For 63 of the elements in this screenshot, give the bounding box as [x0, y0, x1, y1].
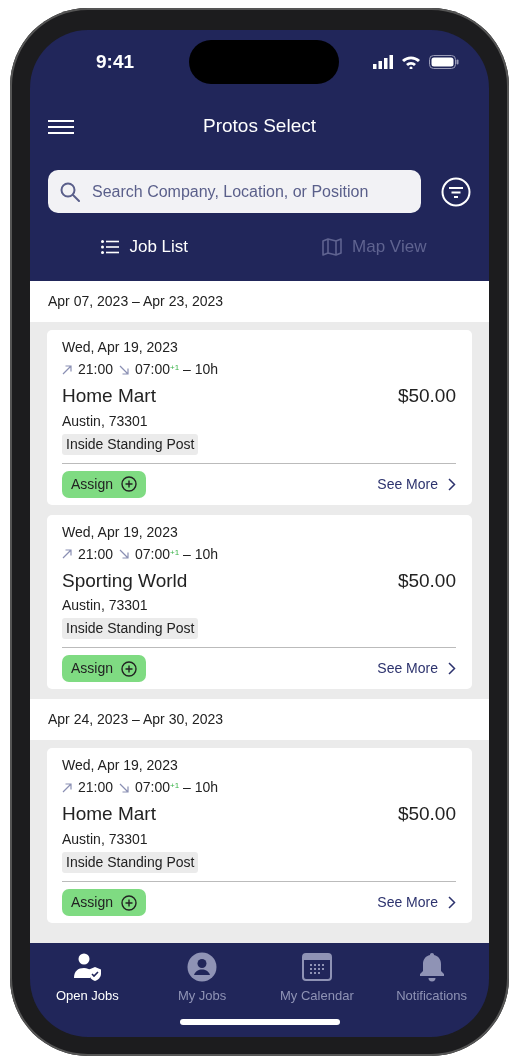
- arrow-up-right-icon: [62, 549, 72, 560]
- position-tag: Inside Standing Post: [62, 852, 199, 874]
- filter-icon: [441, 176, 471, 207]
- end-time: 07:00$^{+1}$ – 10h: [135, 360, 219, 379]
- start-time: 21:00: [78, 360, 114, 379]
- battery-icon: [429, 55, 459, 69]
- start-time: 21:00: [78, 544, 114, 564]
- arrow-down-right-icon: [119, 782, 130, 793]
- app-title: Protos Select: [203, 114, 316, 136]
- company-name: Sporting World: [62, 568, 188, 593]
- job-location: Austin, 73301: [62, 596, 149, 616]
- map-icon: [322, 238, 343, 256]
- plus-circle-icon: [121, 894, 138, 911]
- arrow-up-right-icon: [62, 782, 72, 793]
- position-tag: Inside Standing Post: [62, 433, 199, 455]
- job-location: Austin, 73301: [62, 830, 149, 850]
- end-time: 07:00$^{+1}$ – 10h: [135, 778, 219, 798]
- job-price: $50.00: [397, 384, 456, 408]
- job-price: $50.00: [397, 568, 456, 593]
- plus-circle-icon: [121, 660, 138, 677]
- nav-tab[interactable]: My Calendar: [259, 951, 375, 1013]
- end-time: 07:00$^{+1}$ – 10h: [135, 544, 219, 564]
- date-range-header: Apr 24, 2023 – Apr 30, 2023: [30, 699, 489, 741]
- chevron-right-icon: [448, 477, 456, 491]
- wifi-icon: [401, 55, 421, 69]
- see-more-link[interactable]: See More: [377, 658, 456, 680]
- nav-tab[interactable]: My Jobs: [144, 951, 260, 1013]
- assign-button[interactable]: Assign: [62, 889, 147, 917]
- start-time: 21:00: [78, 778, 114, 798]
- profile-icon: [187, 952, 218, 982]
- calendar-icon: [301, 952, 332, 982]
- nav-tab[interactable]: Open Jobs: [30, 951, 145, 1013]
- search-icon: [60, 181, 80, 202]
- arrow-up-right-icon: [62, 364, 72, 375]
- assign-button[interactable]: Assign: [62, 655, 147, 683]
- job-date: Wed, Apr 19, 2023: [62, 522, 179, 542]
- arrow-down-right-icon: [119, 364, 130, 375]
- status-time: 9:41: [96, 49, 135, 74]
- nav-tab[interactable]: Notifications: [374, 951, 489, 1013]
- see-more-link[interactable]: See More: [377, 892, 456, 914]
- menu-icon: [48, 118, 74, 135]
- search-bar[interactable]: Search Company, Location, or Position: [48, 170, 421, 213]
- chevron-right-icon: [448, 662, 456, 676]
- job-location: Austin, 73301: [62, 411, 149, 431]
- person-shield-icon: [72, 952, 103, 982]
- job-list-tab[interactable]: Job List: [97, 232, 193, 262]
- plus-circle-icon: [121, 476, 138, 493]
- job-date: Wed, Apr 19, 2023: [62, 756, 179, 776]
- arrow-down-right-icon: [119, 549, 130, 560]
- see-more-link[interactable]: See More: [377, 473, 456, 495]
- filter-button[interactable]: [441, 176, 471, 207]
- date-range-header: Apr 07, 2023 – Apr 23, 2023: [30, 281, 489, 322]
- chevron-right-icon: [448, 896, 456, 910]
- list-icon: [101, 240, 120, 254]
- bell-icon: [417, 952, 446, 982]
- job-price: $50.00: [397, 802, 456, 827]
- company-name: Home Mart: [62, 384, 156, 408]
- assign-button[interactable]: Assign: [62, 470, 147, 498]
- position-tag: Inside Standing Post: [62, 618, 199, 640]
- job-date: Wed, Apr 19, 2023: [62, 338, 179, 357]
- company-name: Home Mart: [62, 802, 156, 827]
- signal-icon: [373, 55, 393, 69]
- search-field[interactable]: Search Company, Location, or Position: [90, 178, 409, 205]
